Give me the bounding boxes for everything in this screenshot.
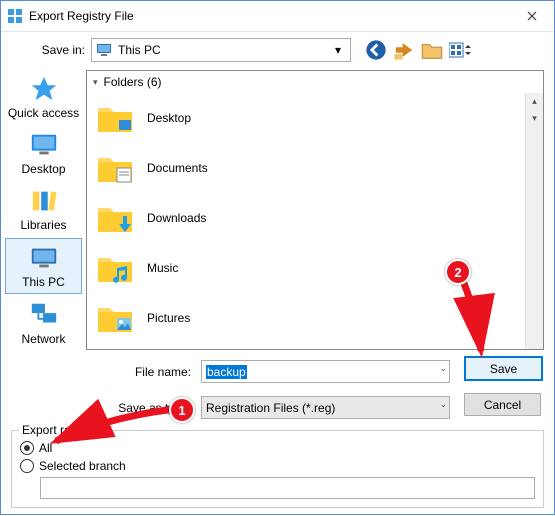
folder-icon (95, 148, 135, 188)
chevron-down-icon: ▾ (330, 43, 346, 57)
chevron-down-icon[interactable]: ⌄ (439, 399, 447, 410)
save-in-combo[interactable]: This PC ▾ (91, 38, 351, 62)
radio-button-icon (20, 441, 34, 455)
place-label: This PC (22, 275, 65, 289)
file-name-label: File name: (1, 365, 201, 379)
item-name: Pictures (147, 311, 190, 325)
close-button[interactable] (509, 1, 554, 31)
this-pc-icon (29, 243, 59, 273)
export-range-title: Export range (19, 423, 94, 437)
titlebar: Export Registry File (1, 1, 554, 32)
window-title: Export Registry File (29, 9, 509, 23)
list-item[interactable]: Pictures (95, 293, 525, 343)
save-button[interactable]: Save (464, 356, 543, 381)
save-in-toolbar: Save in: This PC ▾ (1, 32, 554, 64)
list-item[interactable]: Music (95, 243, 525, 293)
new-folder-icon[interactable] (421, 39, 443, 61)
radio-selected-branch-label: Selected branch (39, 459, 126, 473)
star-icon (29, 74, 59, 104)
save-as-type-combo[interactable]: Registration Files (*.reg) ⌄ (201, 396, 450, 419)
list-item[interactable]: Documents (95, 143, 525, 193)
export-registry-dialog: Export Registry File Save in: This PC ▾ … (0, 0, 555, 515)
folder-icon (95, 198, 135, 238)
item-name: Desktop (147, 111, 191, 125)
item-name: Documents (147, 161, 208, 175)
folder-group-header[interactable]: ▾ Folders (6) (87, 71, 543, 93)
folder-icon (95, 248, 135, 288)
radio-all[interactable]: All (20, 441, 535, 455)
libraries-icon (29, 186, 59, 216)
places-bar: Quick access Desktop Libraries This PC N… (1, 64, 86, 350)
radio-selected-branch[interactable]: Selected branch (20, 459, 535, 473)
list-item[interactable]: Desktop (95, 93, 525, 143)
item-name: Downloads (147, 211, 206, 225)
place-label: Network (21, 332, 65, 346)
file-list-pane: ▾ Folders (6) Desktop Documents Downloa (86, 70, 544, 350)
scrollbar[interactable]: ▴ ▾ (525, 93, 543, 349)
save-in-label: Save in: (9, 43, 91, 57)
folder-icon (95, 298, 135, 338)
selected-branch-input[interactable] (40, 477, 535, 499)
file-fields: File name: backup ⌄ Save Save as type: R… (1, 350, 554, 428)
save-as-type-value: Registration Files (*.reg) (206, 401, 335, 415)
registry-icon (7, 8, 23, 24)
place-libraries[interactable]: Libraries (6, 182, 81, 236)
place-label: Quick access (8, 106, 79, 120)
network-icon (29, 300, 59, 330)
this-pc-icon (96, 42, 112, 58)
place-label: Libraries (20, 218, 66, 232)
item-name: Music (147, 261, 178, 275)
chevron-down-icon: ▾ (93, 77, 98, 88)
file-list[interactable]: Desktop Documents Downloads Music (87, 93, 543, 349)
folder-icon (95, 98, 135, 138)
radio-all-label: All (39, 441, 52, 455)
radio-button-icon (20, 459, 34, 473)
place-desktop[interactable]: Desktop (6, 126, 81, 180)
place-quick-access[interactable]: Quick access (6, 70, 81, 124)
save-in-value: This PC (118, 43, 330, 57)
file-name-input[interactable]: backup ⌄ (201, 360, 450, 383)
place-network[interactable]: Network (6, 296, 81, 350)
desktop-icon (29, 130, 59, 160)
list-item[interactable]: Downloads (95, 193, 525, 243)
group-label: Folders (6) (104, 75, 162, 89)
back-icon[interactable] (365, 39, 387, 61)
scroll-down-icon[interactable]: ▾ (526, 110, 543, 127)
cancel-button[interactable]: Cancel (464, 393, 541, 416)
scroll-up-icon[interactable]: ▴ (526, 93, 543, 110)
save-as-type-label: Save as type: (1, 401, 201, 415)
file-name-value: backup (206, 365, 247, 379)
export-range-group: Export range All Selected branch (11, 430, 544, 508)
place-label: Desktop (21, 162, 65, 176)
view-menu-icon[interactable] (449, 39, 471, 61)
chevron-down-icon[interactable]: ⌄ (439, 363, 447, 374)
place-this-pc[interactable]: This PC (5, 238, 82, 294)
up-one-level-icon[interactable] (393, 39, 415, 61)
